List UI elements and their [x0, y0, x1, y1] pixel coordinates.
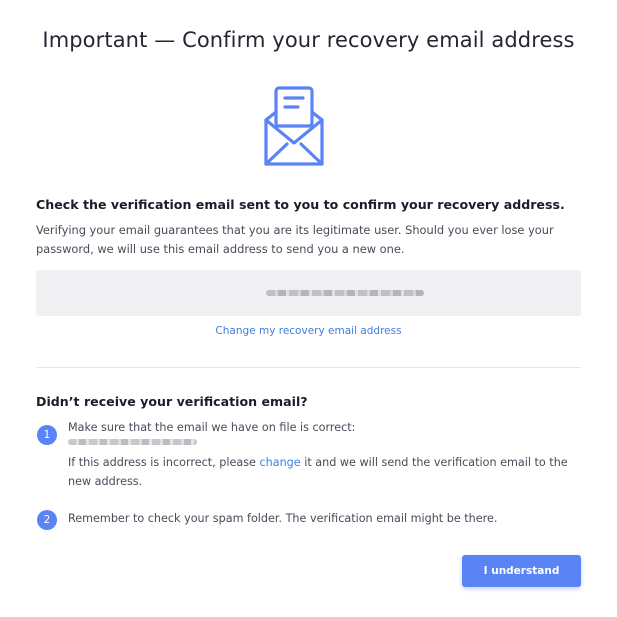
step-1-text-end: new address. — [68, 475, 143, 488]
step-1-text-before: If this address is incorrect, please — [68, 456, 260, 469]
verify-heading: Check the verification email sent to you… — [36, 197, 565, 212]
dialog-title: Important — Confirm your recovery email … — [42, 28, 575, 52]
step-2-instruction: Remember to check your spam folder. The … — [68, 512, 498, 525]
envelope-open-letter-icon — [263, 86, 325, 170]
not-received-heading: Didn’t receive your verification email? — [36, 394, 308, 409]
verify-description: Verifying your email guarantees that you… — [36, 223, 554, 256]
redacted-email-on-file — [68, 439, 197, 445]
i-understand-button[interactable]: I understand — [462, 555, 581, 587]
confirm-recovery-email-dialog: Important — Confirm your recovery email … — [0, 0, 617, 617]
change-recovery-email-link[interactable]: Change my recovery email address — [215, 325, 401, 337]
redacted-email-blur — [266, 290, 424, 296]
step-1-change-text: If this address is incorrect, please cha… — [68, 453, 568, 472]
step-1-text-after: it and we will send the verification ema… — [300, 456, 568, 469]
change-address-link[interactable]: change — [259, 456, 300, 469]
section-divider — [36, 367, 581, 368]
recovery-email-field[interactable] — [36, 270, 581, 316]
step-1-instruction: Make sure that the email we have on file… — [68, 421, 356, 434]
step-number-badge: 1 — [37, 425, 57, 445]
step-number-badge: 2 — [37, 510, 57, 530]
change-link-row: Change my recovery email address — [0, 325, 617, 337]
